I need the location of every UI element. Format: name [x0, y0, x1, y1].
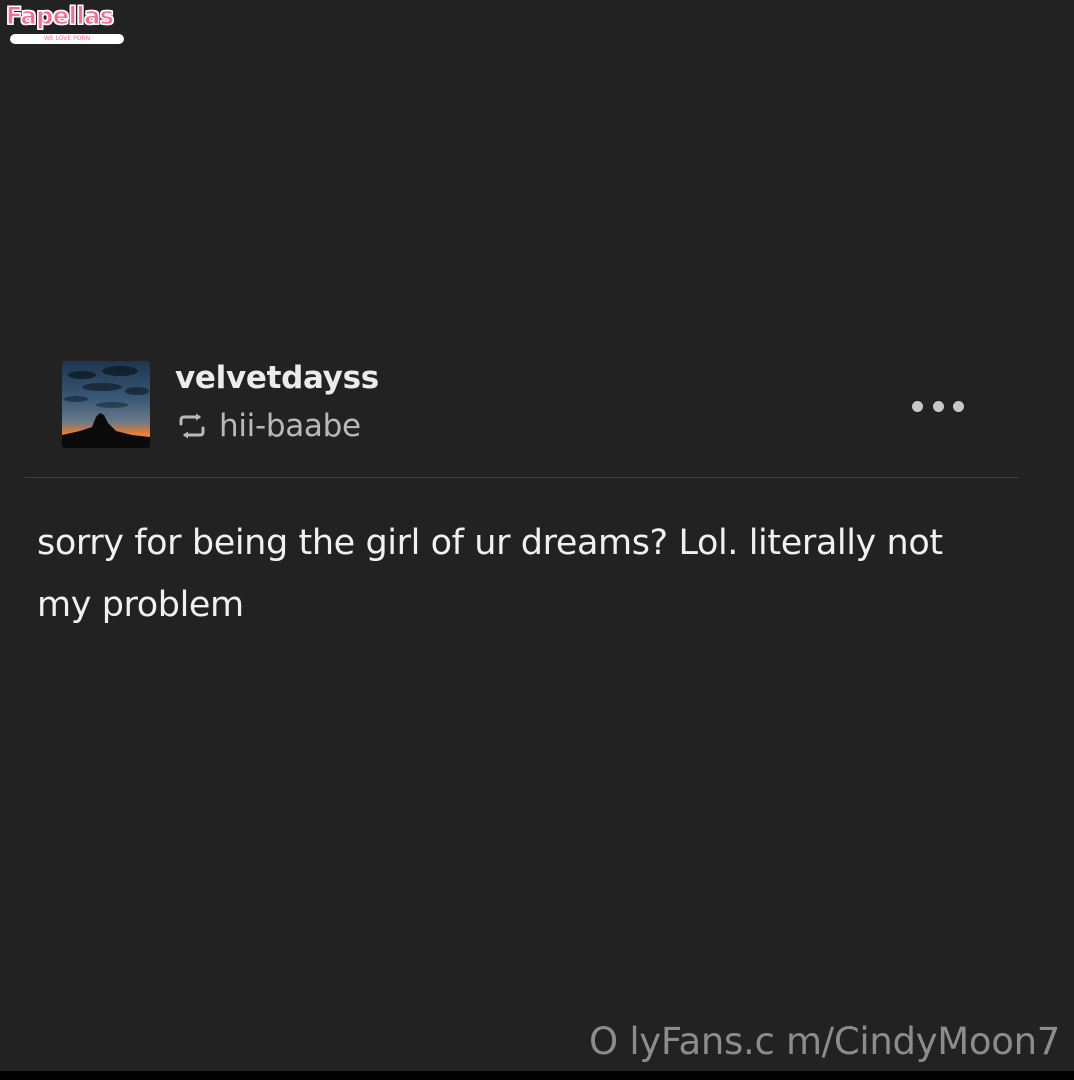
reblog-icon [179, 413, 205, 439]
post-text-line: sorry for being the girl of ur dreams? L… [37, 523, 943, 563]
logo-wordmark: Fapellas [6, 2, 115, 31]
footer-watermark: O lyFans.c m/CindyMoon7 [589, 1020, 1060, 1063]
header-divider [25, 477, 1018, 478]
reblogged-from-name: hii-baabe [219, 408, 361, 444]
post-text: sorry for being the girl of ur dreams? L… [37, 512, 1047, 636]
more-dots-icon [912, 400, 923, 412]
more-dots-icon [953, 400, 964, 412]
fapellas-logo: Fapellas WE LOVE PORN [6, 2, 128, 46]
reblog-source[interactable]: hii-baabe [177, 406, 361, 446]
more-dots-icon [932, 400, 944, 412]
avatar-sunset-image [62, 361, 150, 448]
bottom-edge-bar [0, 1071, 1074, 1080]
logo-tagline: WE LOVE PORN [10, 34, 124, 44]
post-username[interactable]: velvetdayss [175, 360, 379, 396]
avatar[interactable] [62, 361, 150, 448]
post-header: velvetdayss hii-baabe [62, 360, 972, 450]
more-options-button[interactable] [912, 398, 964, 414]
post-text-line: my problem [37, 585, 244, 625]
